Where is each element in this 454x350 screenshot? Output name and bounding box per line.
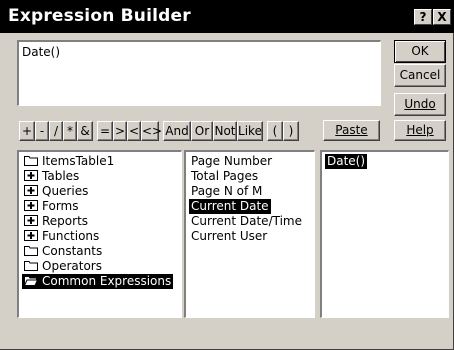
open-folder-icon	[23, 275, 39, 286]
list-item-label: Current User	[191, 229, 268, 243]
folder-icon	[24, 260, 38, 271]
operator-button[interactable]: -	[35, 121, 49, 141]
list-item[interactable]: Date()	[325, 154, 368, 169]
folder-icon	[24, 245, 38, 256]
undo-button[interactable]: Undo	[394, 93, 446, 116]
list-item[interactable]: ItemsTable1	[22, 154, 116, 169]
operator-button[interactable]: Or	[191, 121, 213, 141]
window-title: Expression Builder	[8, 6, 191, 26]
help-button[interactable]: Help	[394, 120, 446, 141]
list-item[interactable]: Forms	[22, 199, 80, 214]
close-title-button[interactable]: X	[433, 9, 451, 25]
expand-folder-icon	[24, 200, 38, 211]
paste-label: Paste	[335, 123, 368, 137]
operator-button[interactable]: (	[267, 121, 283, 141]
list-item-label: Total Pages	[191, 169, 259, 183]
list-item[interactable]: Constants	[22, 244, 104, 259]
list-item[interactable]: Tables	[22, 169, 81, 184]
element-values-list[interactable]: Date()	[320, 150, 449, 318]
list-item[interactable]: Page N of M	[189, 184, 264, 199]
operator-button[interactable]: And	[163, 121, 191, 141]
expression-editor[interactable]: Date()	[17, 40, 381, 106]
expand-folder-icon	[24, 170, 38, 181]
help-title-button[interactable]: ?	[414, 9, 432, 25]
operator-button[interactable]: <	[127, 121, 141, 141]
list-item-label: Date()	[327, 154, 366, 168]
list-item[interactable]: Page Number	[189, 154, 274, 169]
list-item-label: Current Date/Time	[191, 214, 302, 228]
expand-folder-icon	[24, 230, 38, 241]
list-item-label: Forms	[42, 199, 79, 213]
list-item-label: Page Number	[191, 154, 273, 168]
list-item-label: Common Expressions	[42, 274, 172, 288]
expression-builder-dialog: Expression Builder ? X Date() OK Cancel …	[0, 0, 454, 350]
expand-folder-icon	[24, 215, 38, 226]
element-categories-list[interactable]: Page Number Total Pages Page N of M Current…	[184, 150, 315, 318]
operator-button[interactable]: Like	[237, 121, 263, 141]
list-item[interactable]: Reports	[22, 214, 90, 229]
operator-button[interactable]: &	[77, 121, 93, 141]
list-item-label: Operators	[42, 259, 102, 273]
element-folders-list[interactable]: ItemsTable1 Tables Queries Forms Reports Func…	[17, 150, 182, 318]
operator-button[interactable]: <>	[141, 121, 162, 141]
paste-button[interactable]: Paste	[323, 120, 380, 141]
help-label: Help	[406, 123, 434, 137]
list-item-label: Queries	[42, 184, 89, 198]
list-item-label: Tables	[42, 169, 80, 183]
expand-folder-icon	[24, 185, 38, 196]
list-item[interactable]: Common Expressions	[22, 274, 174, 289]
operator-button[interactable]: *	[63, 121, 77, 141]
list-item[interactable]: Queries	[22, 184, 90, 199]
ok-button[interactable]: OK	[394, 40, 446, 63]
operator-button[interactable]: =	[97, 121, 113, 141]
operator-button[interactable]: +	[19, 121, 35, 141]
undo-label: Undo	[404, 97, 436, 111]
list-item-label: Current Date	[191, 199, 269, 213]
operator-button[interactable]: >	[113, 121, 127, 141]
title-bar: Expression Builder ? X	[0, 0, 454, 33]
operator-button[interactable]: /	[49, 121, 63, 141]
list-item-label: Reports	[42, 214, 89, 228]
cancel-button[interactable]: Cancel	[394, 64, 446, 87]
list-item[interactable]: Operators	[22, 259, 104, 274]
operator-button[interactable]: )	[283, 121, 299, 141]
expression-text[interactable]: Date()	[22, 45, 60, 59]
operator-button[interactable]: Not	[213, 121, 237, 141]
list-item-label: Functions	[42, 229, 100, 243]
list-item[interactable]: Current Date/Time	[189, 214, 304, 229]
list-item-label: Constants	[42, 244, 103, 258]
list-item[interactable]: Functions	[22, 229, 101, 244]
folder-icon	[24, 155, 38, 166]
list-item[interactable]: Current User	[189, 229, 269, 244]
list-item[interactable]: Total Pages	[189, 169, 260, 184]
list-item-label: Page N of M	[191, 184, 263, 198]
list-item[interactable]: Current Date	[189, 199, 271, 214]
list-item-label: ItemsTable1	[42, 154, 115, 168]
